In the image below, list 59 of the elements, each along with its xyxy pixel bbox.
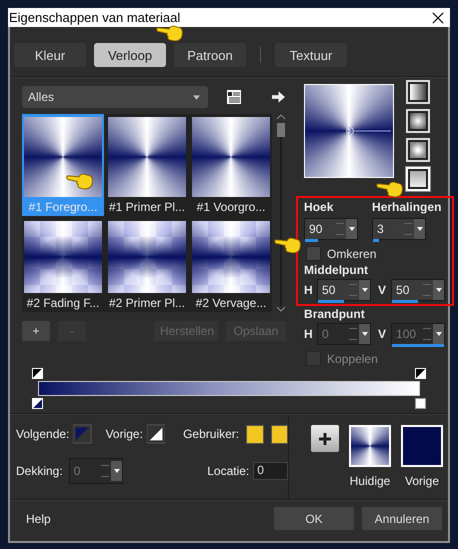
scrollbar-thumb[interactable]	[277, 123, 285, 137]
opacity-label: Dekking:	[16, 464, 63, 478]
v-label: V	[378, 283, 388, 297]
gradient-style-button[interactable]	[406, 109, 430, 133]
tab[interactable]: Textuur	[275, 43, 347, 67]
tab[interactable]: Patroon	[174, 43, 246, 67]
gradient-style-button[interactable]	[406, 138, 430, 162]
invert-label: Omkeren	[327, 246, 376, 260]
cancel-button[interactable]: Annuleren	[362, 507, 442, 530]
invert-checkbox[interactable]	[306, 246, 322, 261]
add-swatch-button[interactable]	[311, 425, 339, 452]
h-label: H	[304, 327, 314, 341]
pointing-hand-icon	[376, 180, 404, 199]
next-stop-swatch[interactable]	[73, 424, 92, 444]
focal-point-label: Brandpunt	[304, 307, 366, 321]
arrow-right-icon[interactable]	[272, 91, 285, 103]
help-link[interactable]: Help	[26, 512, 266, 526]
tab[interactable]: Kleur	[14, 43, 86, 67]
next-label: Volgende:	[16, 427, 70, 441]
link-label: Koppelen	[327, 352, 378, 366]
scroll-down-icon[interactable]	[276, 306, 286, 312]
add-button[interactable]: +	[22, 321, 50, 341]
swatch-label: Huidige	[350, 474, 390, 488]
scroll-up-icon[interactable]	[276, 114, 286, 120]
user-color-swatch[interactable]	[246, 424, 264, 444]
window-title: Eigenschappen van materiaal	[9, 10, 180, 25]
h-label: H	[304, 283, 314, 297]
user-color-swatch[interactable]	[270, 424, 288, 444]
gradient-bar[interactable]	[38, 381, 420, 396]
angle-field[interactable]: 90	[304, 218, 358, 240]
ok-button[interactable]: OK	[274, 507, 354, 530]
center-point-icon[interactable]	[345, 126, 392, 136]
color-stop-marker[interactable]	[415, 398, 426, 409]
pointing-hand-icon	[156, 24, 184, 43]
location-field[interactable]: 0	[253, 462, 288, 480]
plus-icon	[318, 432, 332, 446]
category-dropdown[interactable]: Alles	[22, 86, 208, 108]
repeats-field[interactable]: 3	[372, 218, 426, 240]
pointing-hand-icon	[66, 172, 94, 191]
midpoint-v-field[interactable]: 50	[391, 279, 446, 301]
midpoint-h-field[interactable]: 50	[317, 279, 372, 301]
list-view-icon[interactable]	[226, 89, 242, 105]
location-label: Locatie:	[207, 464, 250, 478]
gradient-preview[interactable]	[304, 84, 394, 178]
previous-label: Vorige:	[106, 427, 143, 441]
pointing-hand-icon	[274, 236, 302, 255]
repeats-label: Herhalingen	[372, 200, 442, 214]
close-icon[interactable]	[432, 12, 444, 24]
user-label: Gebruiker:	[183, 427, 240, 441]
swatch-label: Vorige	[404, 474, 440, 488]
gradient-style-button[interactable]	[406, 80, 430, 104]
caret-icon	[193, 94, 200, 100]
material-swatch[interactable]	[349, 425, 391, 467]
material-swatch[interactable]	[401, 425, 443, 467]
v-label: V	[378, 327, 388, 341]
midpoint-label: Middelpunt	[304, 263, 370, 277]
angle-label: Hoek	[304, 200, 334, 214]
tab[interactable]: Verloop	[94, 43, 166, 67]
previous-stop-swatch[interactable]	[146, 424, 166, 444]
